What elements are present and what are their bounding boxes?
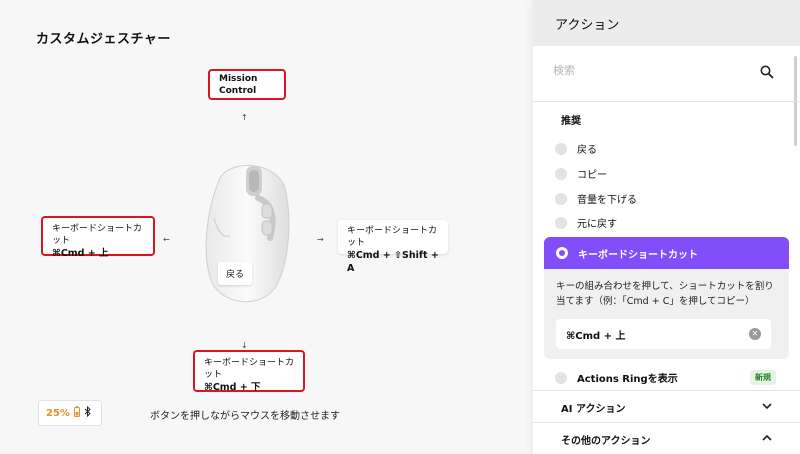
gesture-up-label: Mission Control (219, 73, 258, 96)
ai-actions-section[interactable]: AI アクション (561, 400, 625, 415)
radio-icon (555, 371, 567, 384)
arrow-left-icon: ← (163, 235, 170, 244)
search-icon[interactable] (760, 65, 774, 79)
action-item-copy[interactable]: コピー (555, 166, 607, 181)
page-title: カスタムジェスチャー (36, 32, 171, 47)
action-item-undo[interactable]: 元に戻す (555, 215, 617, 230)
mouse-illustration (205, 165, 290, 303)
arrow-up-icon: ↑ (241, 113, 248, 122)
action-item-label: 元に戻す (577, 219, 617, 230)
gesture-left-button[interactable]: キーボードショートカット ⌘Cmd + 上 (41, 216, 155, 259)
mouse-back-button-label[interactable]: 戻る (218, 262, 253, 285)
bluetooth-icon (84, 405, 91, 420)
arrow-down-icon: ↓ (241, 341, 248, 350)
radio-selected-icon (556, 247, 568, 259)
action-item-back[interactable]: 戻る (555, 141, 597, 156)
shortcut-value: ⌘Cmd + 上 (566, 330, 626, 342)
gesture-down-line1: キーボードショートカット (204, 358, 295, 380)
divider (533, 390, 800, 391)
chevron-down-icon[interactable] (762, 402, 772, 410)
app-window: カスタムジェスチャー Mission Control ↑ キーボードショートカッ… (0, 0, 800, 454)
radio-icon (555, 216, 567, 229)
gesture-right-line1: キーボードショートカット (347, 226, 438, 248)
shortcut-field[interactable]: ⌘Cmd + 上 ✕ (556, 319, 771, 349)
divider (533, 422, 800, 423)
gesture-down-line2: ⌘Cmd + 下 (204, 382, 261, 393)
radio-icon (555, 192, 567, 205)
chevron-up-icon[interactable] (762, 434, 772, 442)
gesture-left-line2: ⌘Cmd + 上 (52, 248, 109, 259)
recommended-label: 推奨 (561, 116, 581, 127)
radio-icon (555, 142, 567, 155)
panel-title: アクション (555, 18, 620, 33)
battery-percent: 25% (46, 407, 70, 419)
panel-header: アクション (533, 0, 800, 46)
gesture-right-button[interactable]: キーボードショートカット ⌘Cmd + ⇧Shift + A (338, 220, 448, 274)
selected-action-card: キーボードショートカット キーの組み合わせを押して、ショートカットを割り当てます… (544, 237, 789, 359)
other-actions-section[interactable]: その他のアクション (561, 432, 651, 447)
clear-icon[interactable]: ✕ (749, 328, 761, 340)
gesture-up-button[interactable]: Mission Control (208, 69, 286, 100)
gesture-editor: カスタムジェスチャー Mission Control ↑ キーボードショートカッ… (0, 0, 533, 454)
selected-action-label: キーボードショートカット (578, 249, 698, 261)
action-item-label: 音量を下げる (577, 195, 637, 206)
gesture-left-line1: キーボードショートカット (52, 224, 143, 246)
new-badge: 新規 (750, 370, 776, 385)
search-input[interactable] (553, 64, 753, 77)
arrow-right-icon: → (317, 235, 324, 244)
action-item-label: コピー (577, 170, 607, 181)
gesture-down-button[interactable]: キーボードショートカット ⌘Cmd + 下 (193, 350, 305, 393)
radio-icon (555, 167, 567, 180)
action-item-label: 戻る (577, 145, 597, 156)
gesture-right-line2: ⌘Cmd + ⇧Shift + A (347, 250, 439, 274)
device-status: 25% (38, 400, 102, 426)
action-item-keyboard-shortcut[interactable]: キーボードショートカット (544, 237, 789, 269)
action-item-label: Actions Ringを表示 (577, 374, 678, 385)
action-item-volume-down[interactable]: 音量を下げる (555, 191, 637, 206)
actions-panel: アクション 推奨 戻る コピー 音量を下げる 元に戻す (533, 0, 800, 454)
gesture-hint: ボタンを押しながらマウスを移動させます (150, 411, 340, 422)
battery-icon (73, 406, 80, 420)
action-item-actions-ring[interactable]: Actions Ringを表示 (555, 370, 678, 385)
shortcut-description: キーの組み合わせを押して、ショートカットを割り当てます（例：「Cmd + C」を… (556, 281, 774, 307)
search-bar (533, 46, 800, 102)
